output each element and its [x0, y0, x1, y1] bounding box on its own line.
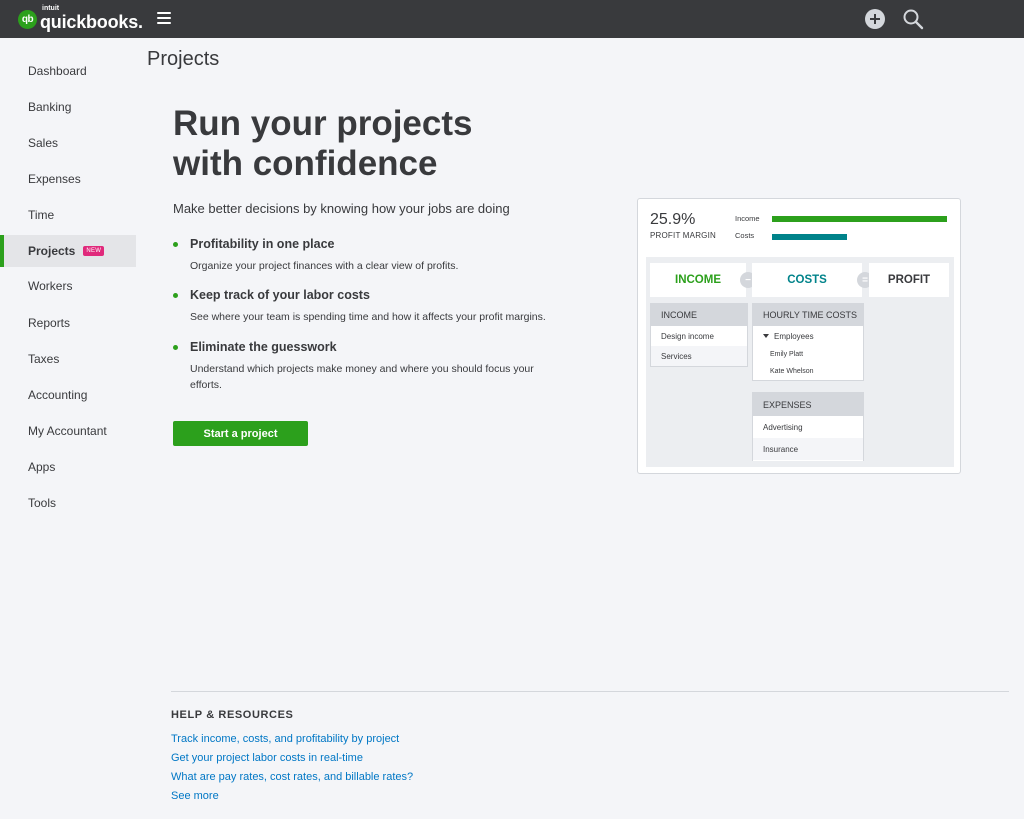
sidebar-item-label: Expenses [28, 172, 81, 186]
search-icon[interactable] [902, 8, 924, 30]
expense-row: Insurance [753, 438, 863, 460]
sidebar-item-sales[interactable]: Sales [0, 127, 136, 159]
income-card: INCOME Design income Services [650, 303, 748, 367]
equation-income-box: INCOME [650, 263, 746, 297]
hero-heading-line-2: with confidence [173, 144, 438, 183]
feature-title: Profitability in one place [190, 237, 335, 251]
sidebar-item-workers[interactable]: Workers [0, 270, 136, 302]
bullet-dot [173, 292, 178, 298]
sidebar-item-tools[interactable]: Tools [0, 487, 136, 519]
sidebar-item-label: Apps [28, 460, 56, 474]
feature-title: Eliminate the guesswork [190, 340, 337, 354]
sidebar-item-reports[interactable]: Reports [0, 307, 136, 339]
hamburger-menu-icon[interactable] [157, 12, 171, 24]
quickbooks-logo[interactable]: qb intuit quickbooks. [18, 5, 143, 32]
profit-equation-diagram: INCOME − COSTS = PROFIT INCOME Design in… [646, 257, 954, 467]
equation-costs-box: COSTS [752, 263, 862, 297]
sidebar-item-banking[interactable]: Banking [0, 91, 136, 123]
costs-bar [772, 234, 848, 240]
feature-profitability: Profitability in one place Organize your… [173, 236, 593, 274]
sidebar-item-label: Taxes [28, 352, 60, 366]
help-link-track-income[interactable]: Track income, costs, and profitability b… [171, 733, 399, 745]
sidebar-item-taxes[interactable]: Taxes [0, 343, 136, 375]
sidebar-item-label: My Accountant [28, 424, 107, 438]
equation-profit-box: PROFIT [869, 263, 949, 297]
feature-title: Keep track of your labor costs [190, 288, 370, 302]
employees-group-row: Employees [753, 326, 863, 346]
help-link-labor-costs[interactable]: Get your project labor costs in real-tim… [171, 752, 363, 764]
sidebar-item-label: Dashboard [28, 64, 87, 78]
feature-description: Organize your project finances with a cl… [190, 260, 459, 272]
new-badge: NEW [83, 246, 105, 256]
expenses-card-header: EXPENSES [753, 393, 863, 416]
logo-intuit-text: intuit [42, 5, 60, 12]
employee-row: Kate Whelson [770, 368, 814, 375]
feature-labor-costs: Keep track of your labor costs See where… [173, 287, 593, 325]
income-card-header: INCOME [651, 304, 747, 326]
start-project-button[interactable]: Start a project [173, 421, 308, 446]
employee-row: Emily Platt [770, 351, 804, 358]
sidebar-item-label: Time [28, 208, 55, 222]
income-row: Services [651, 346, 747, 366]
help-link-pay-rates[interactable]: What are pay rates, cost rates, and bill… [171, 771, 413, 783]
sidebar-item-dashboard[interactable]: Dashboard [0, 55, 136, 87]
profit-margin-label: PROFIT MARGIN [650, 231, 717, 240]
sidebar-item-expenses[interactable]: Expenses [0, 163, 136, 195]
qb-logo-icon: qb [18, 9, 37, 29]
feature-description: Understand which projects make money and… [190, 363, 534, 391]
feature-description: See where your team is spending time and… [190, 311, 546, 323]
hourly-card-header: HOURLY TIME COSTS [753, 304, 863, 326]
sidebar-item-label: Banking [28, 100, 72, 114]
project-profit-illustration: 25.9% PROFIT MARGIN Income Costs INCOME … [637, 198, 961, 474]
sidebar-item-accounting[interactable]: Accounting [0, 379, 136, 411]
income-bar [772, 216, 947, 222]
hourly-time-costs-card: HOURLY TIME COSTS Employees Emily Platt … [752, 303, 864, 381]
sidebar-item-projects[interactable]: Projects NEW [0, 235, 136, 267]
sidebar-item-label: Projects [28, 244, 76, 258]
sidebar-item-label: Reports [28, 316, 71, 330]
sidebar-item-apps[interactable]: Apps [0, 451, 136, 483]
help-resources-heading: HELP & RESOURCES [171, 709, 294, 721]
sidebar-item-label: Tools [28, 496, 57, 510]
sidebar-item-label: Sales [28, 136, 59, 150]
help-link-see-more[interactable]: See more [171, 790, 219, 802]
costs-bar-label: Costs [735, 231, 755, 240]
caret-down-icon [763, 334, 769, 338]
sidebar-item-time[interactable]: Time [0, 199, 136, 231]
profit-margin-value: 25.9% [650, 211, 696, 228]
logo-wordmark: intuit quickbooks. [40, 5, 143, 32]
bullet-dot [173, 344, 178, 350]
create-plus-icon[interactable] [865, 9, 885, 29]
sidebar-item-label: Workers [28, 279, 73, 293]
feature-guesswork: Eliminate the guesswork Understand which… [173, 339, 593, 393]
page-title: Projects [147, 48, 220, 70]
hero-subtitle: Make better decisions by knowing how you… [173, 201, 510, 216]
section-divider [171, 691, 1009, 692]
sidebar-item-my-accountant[interactable]: My Accountant [0, 415, 136, 447]
employees-label: Employees [774, 331, 814, 341]
income-row: Design income [661, 331, 714, 341]
sidebar-nav: Dashboard Banking Sales Expenses Time Pr… [0, 38, 136, 819]
income-bar-label: Income [735, 214, 760, 223]
hero-heading: Run your projects with confidence [173, 104, 573, 184]
expenses-card: EXPENSES Advertising Insurance [752, 392, 864, 461]
logo-name-text: quickbooks. [40, 12, 143, 32]
expense-row: Advertising [763, 422, 803, 432]
hero-heading-line-1: Run your projects [173, 104, 473, 143]
top-bar: qb intuit quickbooks. [0, 0, 1024, 38]
sidebar-item-label: Accounting [28, 388, 88, 402]
bullet-dot [173, 241, 178, 247]
